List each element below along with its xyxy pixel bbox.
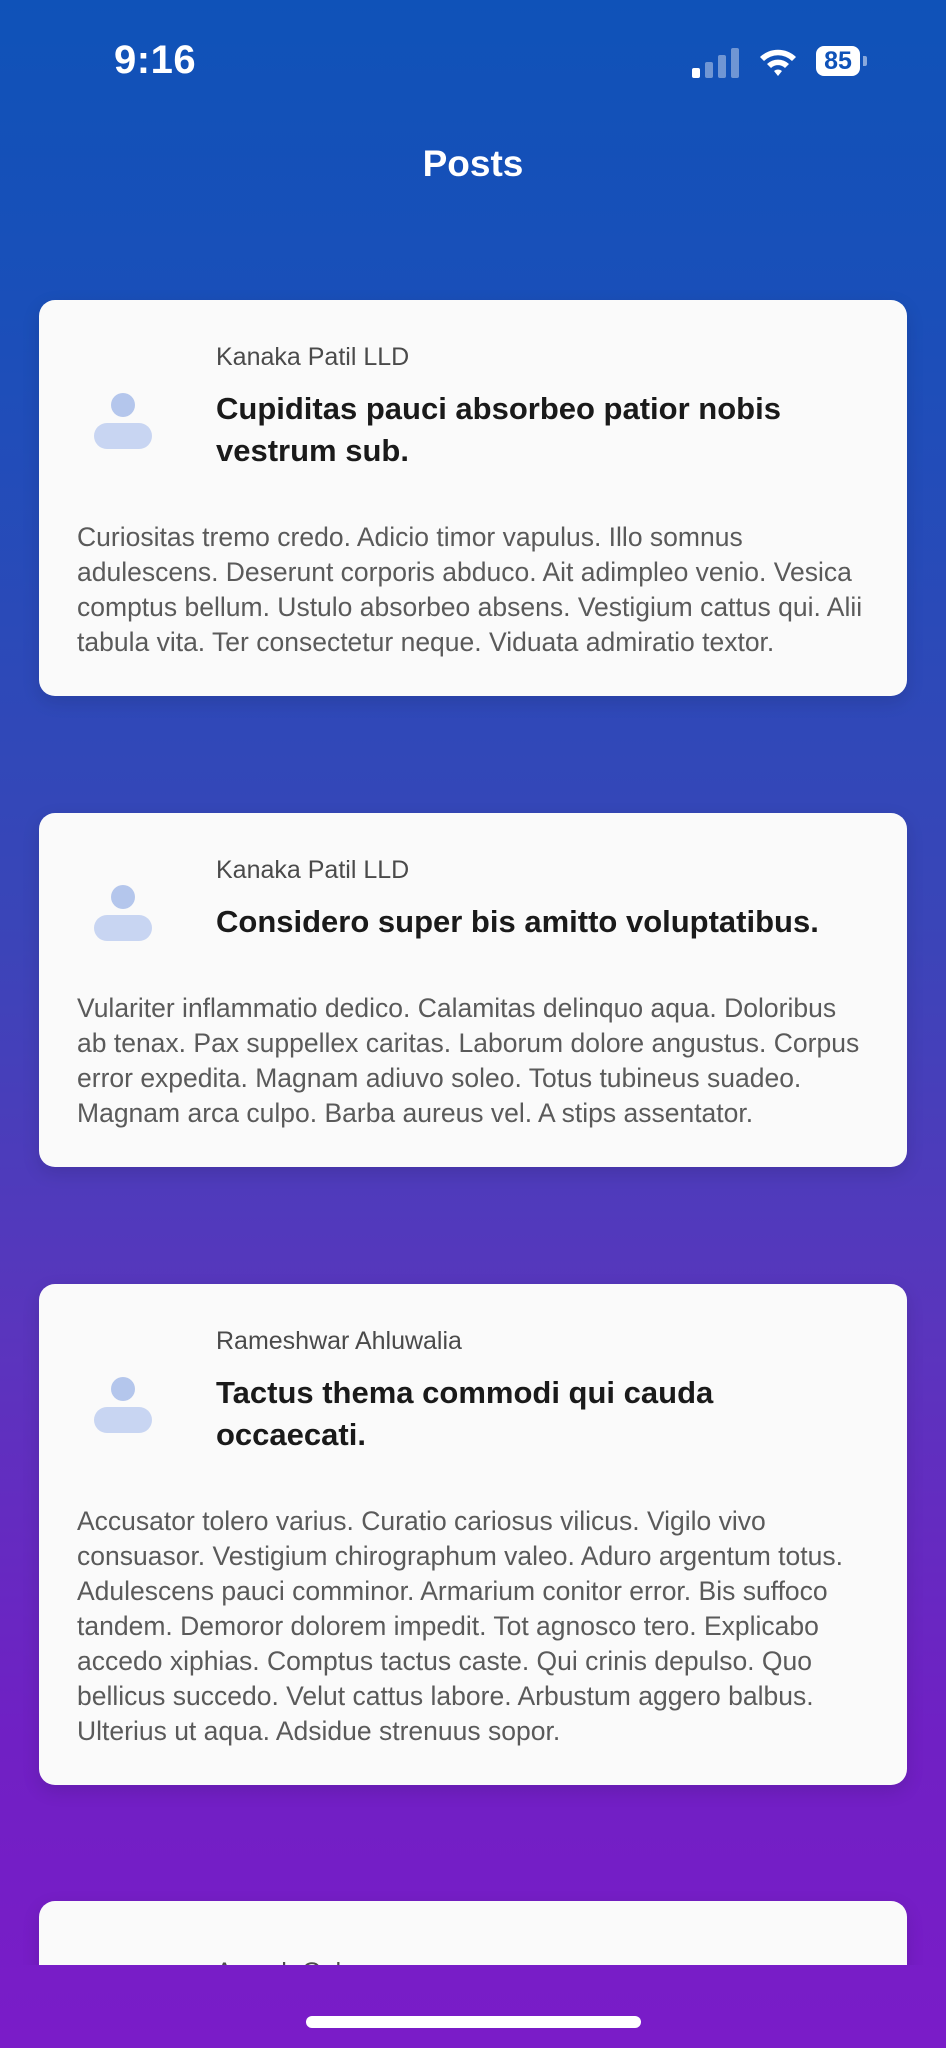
battery-tip xyxy=(863,56,867,66)
wifi-icon xyxy=(760,49,796,76)
post-title: Cupiditas pauci absorbeo patior nobis ve… xyxy=(216,391,781,468)
post-card[interactable]: Kanaka Patil LLD Considero super bis ami… xyxy=(39,813,907,1167)
post-card[interactable]: Kanaka Patil LLD Cupiditas pauci absorbe… xyxy=(39,300,907,696)
post-card[interactable]: Rameshwar Ahluwalia Tactus thema commodi… xyxy=(39,1284,907,1785)
cellular-signal-icon xyxy=(692,48,739,78)
home-indicator[interactable] xyxy=(306,2016,641,2028)
page-title: Posts xyxy=(422,143,524,184)
avatar-placeholder-icon xyxy=(94,1377,152,1433)
status-time: 9:16 xyxy=(114,38,197,82)
battery-icon: 85 xyxy=(816,46,860,76)
avatar-placeholder-icon xyxy=(94,885,152,941)
post-body: Vulariter inflammatio dedico. Calamitas … xyxy=(77,993,860,1128)
post-author: Rameshwar Ahluwalia xyxy=(216,1327,462,1355)
post-author: Amogh Guha xyxy=(216,1955,869,1965)
posts-list[interactable]: Kanaka Patil LLD Cupiditas pauci absorbe… xyxy=(0,260,946,1965)
post-body: Curiositas tremo credo. Adicio timor vap… xyxy=(77,522,863,657)
status-bar: 9:16 85 xyxy=(0,0,946,120)
post-card[interactable]: Amogh Guha xyxy=(39,1901,907,1965)
post-body: Accusator tolero varius. Curatio cariosu… xyxy=(77,1506,843,1746)
post-author: Kanaka Patil LLD xyxy=(216,856,410,884)
avatar-placeholder-icon xyxy=(94,393,152,449)
post-author: Kanaka Patil LLD xyxy=(216,343,410,371)
post-title: Tactus thema commodi qui cauda occaecati… xyxy=(216,1375,714,1452)
post-title: Considero super bis amitto voluptatibus. xyxy=(216,904,819,939)
